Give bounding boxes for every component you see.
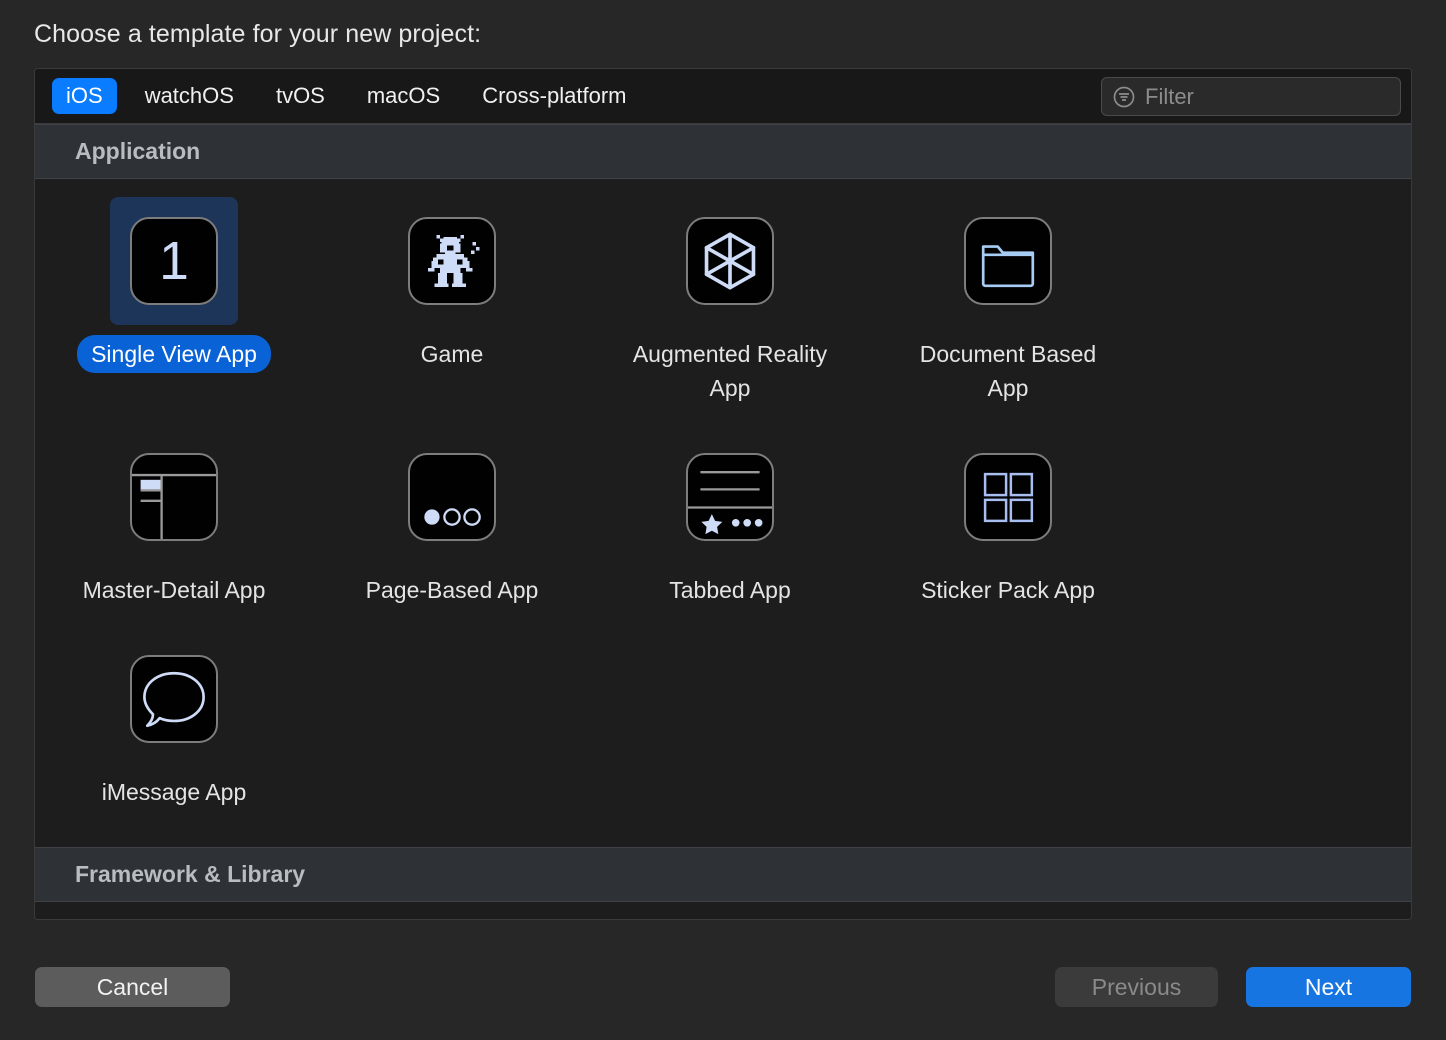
template-label: Sticker Pack App (921, 577, 1095, 603)
template-icon-container (110, 433, 238, 561)
page-dots-icon (408, 453, 496, 541)
framework-template-grid: Cocoa Touch Framework (35, 902, 1411, 919)
next-button[interactable]: Next (1246, 967, 1411, 1007)
filter-circle-icon (1112, 85, 1136, 109)
cancel-button[interactable]: Cancel (35, 967, 230, 1007)
svg-text:1: 1 (159, 232, 189, 291)
section-header-application: Application (35, 124, 1411, 179)
platform-tab-bar: iOS watchOS tvOS macOS Cross-platform Fi… (35, 69, 1411, 124)
split-view-icon (130, 453, 218, 541)
template-icon-container (110, 635, 238, 763)
template-document-based-app[interactable]: Document Based App (869, 197, 1147, 433)
template-label: Augmented Reality App (632, 341, 828, 401)
number-one-tile-icon: 1 (130, 217, 218, 305)
speech-bubble-icon (130, 655, 218, 743)
template-augmented-reality-app[interactable]: Augmented Reality App (591, 197, 869, 433)
tab-bar-icon (686, 453, 774, 541)
template-label: Tabbed App (669, 577, 791, 603)
prompt-label: Choose a template for your new project: (34, 20, 482, 48)
template-label: Master-Detail App (82, 577, 266, 603)
previous-button[interactable]: Previous (1055, 967, 1218, 1007)
filter-field[interactable]: Filter (1101, 77, 1401, 116)
template-icon-container (388, 433, 516, 561)
four-squares-grid-icon (964, 453, 1052, 541)
section-header-label: Framework & Library (75, 861, 306, 887)
template-icon-container (666, 197, 794, 325)
template-icon-container: 1 (110, 197, 238, 325)
section-header-label: Application (75, 138, 201, 164)
template-icon-container (944, 197, 1072, 325)
template-sticker-pack-app[interactable]: Sticker Pack App (869, 433, 1147, 635)
template-page-based-app[interactable]: Page-Based App (313, 433, 591, 635)
wireframe-cube-icon (686, 217, 774, 305)
template-label: Page-Based App (365, 577, 539, 603)
filter-placeholder: Filter (1145, 83, 1194, 109)
folder-icon (964, 217, 1052, 305)
tab-tvos[interactable]: tvOS (262, 78, 339, 114)
template-icon-container (944, 433, 1072, 561)
tab-ios[interactable]: iOS (52, 78, 117, 114)
template-imessage-app[interactable]: iMessage App (35, 635, 313, 837)
template-label: Game (420, 341, 484, 367)
template-master-detail-app[interactable]: Master-Detail App (35, 433, 313, 635)
template-icon-container (666, 433, 794, 561)
template-label: iMessage App (101, 779, 247, 805)
template-icon-container (388, 197, 516, 325)
template-chooser-panel: iOS watchOS tvOS macOS Cross-platform Fi… (34, 68, 1412, 920)
template-label: Single View App (77, 335, 271, 373)
tab-macos[interactable]: macOS (353, 78, 454, 114)
section-header-framework-library: Framework & Library (35, 847, 1411, 902)
dialog-footer: Cancel Previous Next (0, 955, 1446, 1025)
template-game[interactable]: Game (313, 197, 591, 433)
tab-watchos[interactable]: watchOS (131, 78, 248, 114)
template-label: Document Based App (919, 341, 1097, 401)
robot-sprite-icon (408, 217, 496, 305)
application-template-grid: 1 Single View App Game Augmented Reality… (35, 179, 1411, 847)
tab-cross-platform[interactable]: Cross-platform (468, 78, 640, 114)
template-tabbed-app[interactable]: Tabbed App (591, 433, 869, 635)
template-single-view-app[interactable]: 1 Single View App (35, 197, 313, 433)
